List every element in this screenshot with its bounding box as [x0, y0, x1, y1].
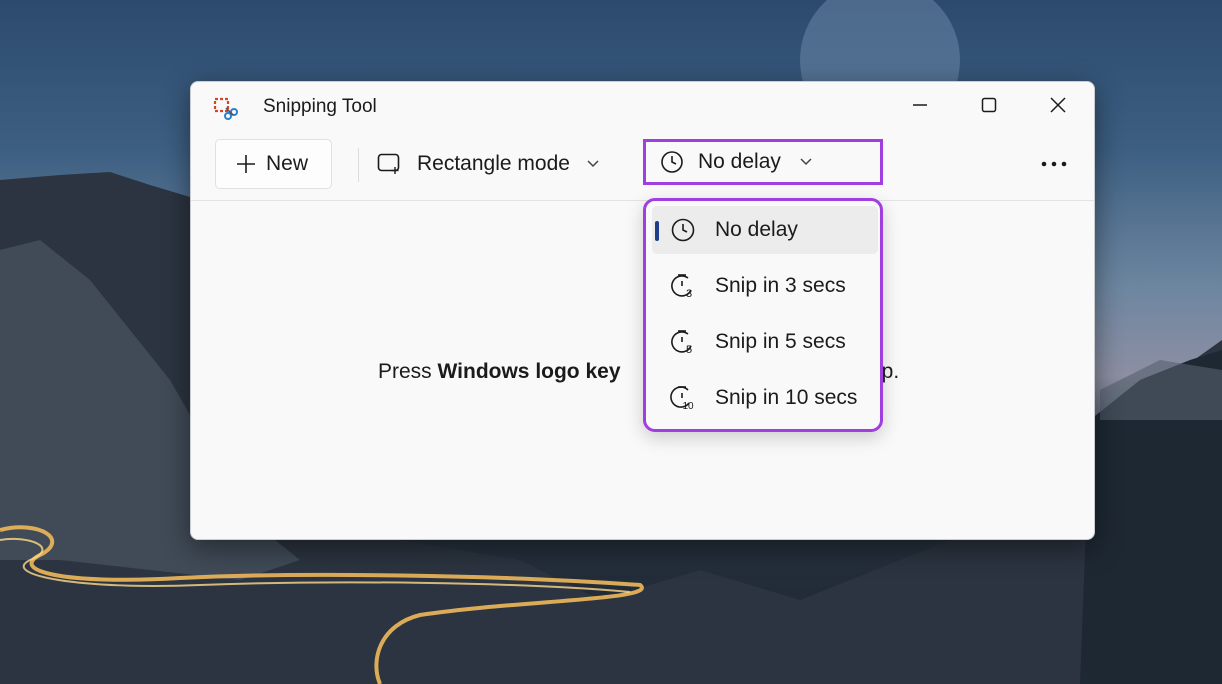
delay-label: No delay: [698, 150, 781, 173]
close-icon: [1050, 97, 1066, 113]
svg-text:5: 5: [686, 344, 692, 355]
new-snip-button[interactable]: New: [215, 139, 332, 189]
more-options-button[interactable]: [1031, 144, 1077, 184]
menu-item-snip-10[interactable]: 10 Snip in 10 secs: [652, 374, 878, 422]
clock-icon: [671, 218, 695, 242]
menu-item-snip-3[interactable]: 3 Snip in 3 secs: [652, 262, 878, 310]
maximize-button[interactable]: [966, 88, 1012, 122]
maximize-icon: [981, 97, 997, 113]
close-button[interactable]: [1035, 88, 1081, 122]
selected-indicator: [655, 221, 659, 241]
minimize-icon: [913, 104, 927, 106]
svg-text:10: 10: [683, 401, 695, 411]
title-bar: Snipping Tool: [191, 82, 1094, 132]
chevron-down-icon: [587, 160, 599, 168]
new-snip-label: New: [266, 152, 309, 175]
snipping-tool-window: Snipping Tool New Rectangle mode No dela…: [190, 81, 1095, 540]
instruction-text: Press Windows logo key: [378, 360, 621, 384]
snip-mode-dropdown[interactable]: Rectangle mode: [377, 142, 627, 186]
toolbar-divider: [358, 148, 359, 182]
timer-5-icon: 5: [671, 330, 692, 355]
rectangle-mode-icon: [377, 153, 400, 174]
menu-item-label: Snip in 10 secs: [715, 386, 858, 409]
timer-3-icon: 3: [671, 274, 692, 299]
plus-icon: [237, 155, 255, 173]
menu-item-label: Snip in 3 secs: [715, 274, 846, 297]
minimize-button[interactable]: [897, 88, 943, 122]
window-title: Snipping Tool: [263, 96, 377, 117]
menu-item-label: No delay: [715, 218, 798, 241]
menu-item-label: Snip in 5 secs: [715, 330, 846, 353]
svg-text:3: 3: [686, 288, 692, 299]
delay-dropdown[interactable]: No delay: [643, 139, 883, 185]
timer-10-icon: 10: [670, 386, 695, 411]
clock-icon: [661, 151, 683, 173]
snipping-tool-icon: [213, 97, 238, 120]
snip-mode-label: Rectangle mode: [417, 152, 570, 175]
instruction-bold: Windows logo key: [437, 360, 621, 383]
instruction-prefix: Press: [378, 360, 438, 383]
toolbar: New Rectangle mode No delay: [191, 132, 1094, 201]
menu-item-no-delay[interactable]: No delay: [652, 206, 878, 254]
chevron-down-icon: [800, 158, 812, 166]
menu-item-snip-5[interactable]: 5 Snip in 5 secs: [652, 318, 878, 366]
delay-menu: No delay 3 Snip in 3 secs 5 Snip in 5 se…: [643, 198, 883, 432]
more-icon: [1041, 161, 1067, 167]
